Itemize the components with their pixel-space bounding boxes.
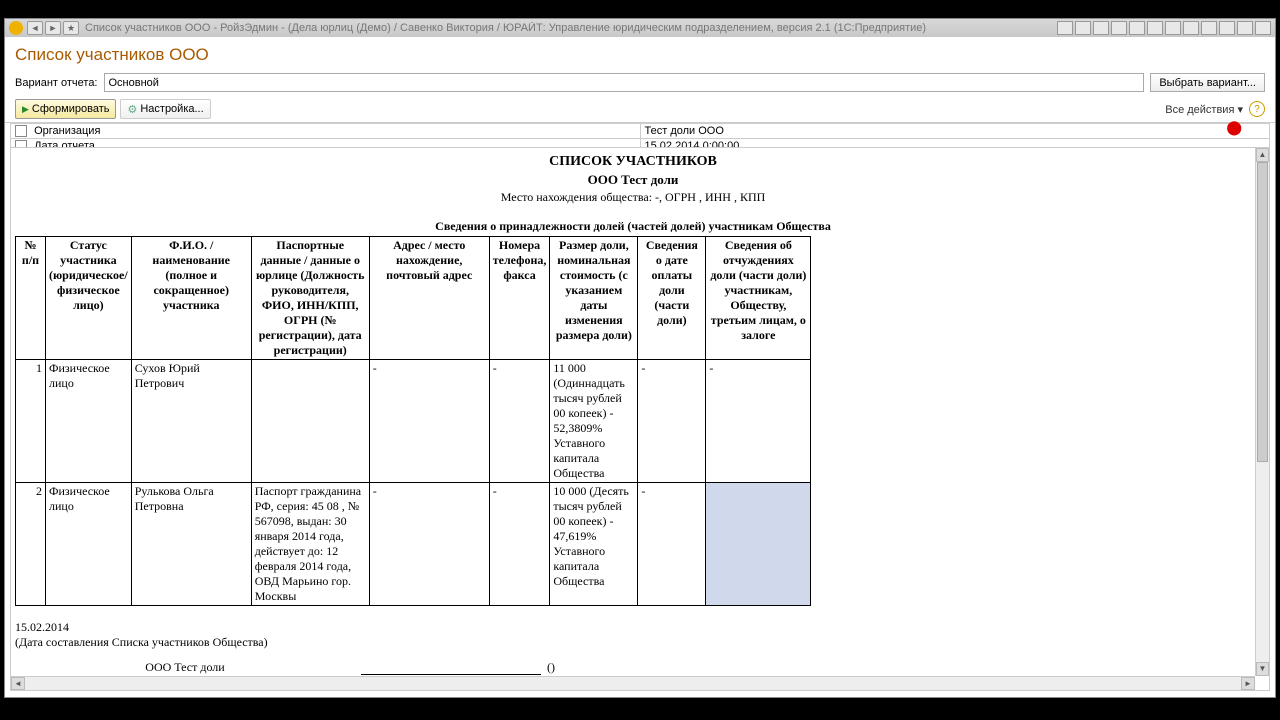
form-button[interactable]: ▶ Сформировать xyxy=(15,99,116,119)
table-row: 2 Физическое лицо Рулькова Ольга Петровн… xyxy=(16,483,811,606)
footer-note: (Дата составления Списка участников Обще… xyxy=(15,635,1251,650)
sign-paren: () xyxy=(547,660,555,675)
help-icon[interactable]: ? xyxy=(1249,101,1265,117)
th-passport: Паспортные данные / данные о юрлице (Дол… xyxy=(251,237,369,360)
variant-row: Вариант отчета: Выбрать вариант... xyxy=(5,71,1275,96)
param-row-org: Организация Тест доли ООО xyxy=(11,124,1270,139)
tb-btn-4[interactable] xyxy=(1111,21,1127,35)
th-num: № п/п xyxy=(16,237,46,360)
play-icon: ▶ xyxy=(22,104,29,115)
org-checkbox[interactable] xyxy=(15,125,27,137)
data-table: № п/п Статус участника (юридическое/физи… xyxy=(15,236,811,606)
table-row: 1 Физическое лицо Сухов Юрий Петрович - … xyxy=(16,360,811,483)
minimize-icon[interactable] xyxy=(1219,21,1235,35)
th-paydate: Сведения о дате оплаты доли (части доли) xyxy=(638,237,706,360)
th-address: Адрес / место нахождение, почтовый адрес xyxy=(369,237,489,360)
th-status: Статус участника (юридическое/физическое… xyxy=(46,237,132,360)
scroll-right-icon[interactable]: ► xyxy=(1241,677,1255,690)
tb-btn-7[interactable] xyxy=(1165,21,1181,35)
th-fio: Ф.И.О. / наименование (полное и сокращен… xyxy=(131,237,251,360)
tb-btn-3[interactable] xyxy=(1093,21,1109,35)
titlebar-nav: ◄ ► ★ xyxy=(27,21,79,35)
report-section: Сведения о принадлежности долей (частей … xyxy=(15,219,1251,234)
sign-org: ООО Тест доли xyxy=(15,660,355,675)
report-h2: ООО Тест доли xyxy=(15,172,1251,188)
footer-date: 15.02.2014 xyxy=(15,620,1251,635)
report-h1: СПИСОК УЧАСТНИКОВ xyxy=(15,154,1251,170)
close-icon[interactable] xyxy=(1255,21,1271,35)
report-content[interactable]: СПИСОК УЧАСТНИКОВ ООО Тест доли Место на… xyxy=(11,148,1255,676)
scroll-thumb[interactable] xyxy=(1257,162,1268,462)
report-area: СПИСОК УЧАСТНИКОВ ООО Тест доли Место на… xyxy=(10,147,1270,691)
nav-back-icon[interactable]: ◄ xyxy=(27,21,43,35)
report-sub: Место нахождения общества: -, ОГРН , ИНН… xyxy=(15,190,1251,205)
titlebar-right xyxy=(1057,21,1271,35)
th-phone: Номера телефона, факса xyxy=(489,237,550,360)
variant-label: Вариант отчета: xyxy=(15,77,98,89)
select-variant-button[interactable]: Выбрать вариант... xyxy=(1150,73,1265,92)
selected-cell[interactable] xyxy=(706,483,811,606)
tb-btn-5[interactable] xyxy=(1129,21,1145,35)
scroll-down-icon[interactable]: ▼ xyxy=(1256,662,1269,676)
app-icon xyxy=(9,21,23,35)
vertical-scrollbar[interactable]: ▲ ▼ xyxy=(1255,148,1269,676)
form-button-label: Сформировать xyxy=(32,103,110,115)
scroll-left-icon[interactable]: ◄ xyxy=(11,677,25,690)
app-window: ◄ ► ★ Список участников ООО - РойзЭдмин … xyxy=(4,18,1276,698)
window-title: Список участников ООО - РойзЭдмин - (Дел… xyxy=(85,22,1057,34)
titlebar: ◄ ► ★ Список участников ООО - РойзЭдмин … xyxy=(5,19,1275,37)
nav-fav-icon[interactable]: ★ xyxy=(63,21,79,35)
tb-btn-9[interactable] xyxy=(1201,21,1217,35)
settings-button-label: Настройка... xyxy=(140,103,203,115)
scroll-up-icon[interactable]: ▲ xyxy=(1256,148,1269,162)
horizontal-scrollbar[interactable]: ◄ ► xyxy=(11,676,1255,690)
tb-btn-8[interactable] xyxy=(1183,21,1199,35)
page-title: Список участников ООО xyxy=(5,37,1275,71)
all-actions-menu[interactable]: Все действия ▾ xyxy=(1165,103,1243,116)
th-alienation: Сведения об отчуждениях доли (части доли… xyxy=(706,237,811,360)
tb-btn-6[interactable] xyxy=(1147,21,1163,35)
org-label: Организация xyxy=(34,125,100,137)
tb-btn-2[interactable] xyxy=(1075,21,1091,35)
th-share: Размер доли, номинальная стоимость (с ук… xyxy=(550,237,638,360)
gear-icon: ⚙ xyxy=(127,103,137,116)
tb-btn-1[interactable] xyxy=(1057,21,1073,35)
sign-line xyxy=(361,661,541,675)
maximize-icon[interactable] xyxy=(1237,21,1253,35)
table-header-row: № п/п Статус участника (юридическое/физи… xyxy=(16,237,811,360)
signature-row: ООО Тест доли () xyxy=(15,660,1251,675)
variant-input[interactable] xyxy=(104,73,1145,92)
nav-fwd-icon[interactable]: ► xyxy=(45,21,61,35)
org-value[interactable]: Тест доли ООО xyxy=(640,124,1270,139)
toolbar: ▶ Сформировать ⚙ Настройка... Все действ… xyxy=(5,96,1275,123)
settings-button[interactable]: ⚙ Настройка... xyxy=(120,99,210,119)
